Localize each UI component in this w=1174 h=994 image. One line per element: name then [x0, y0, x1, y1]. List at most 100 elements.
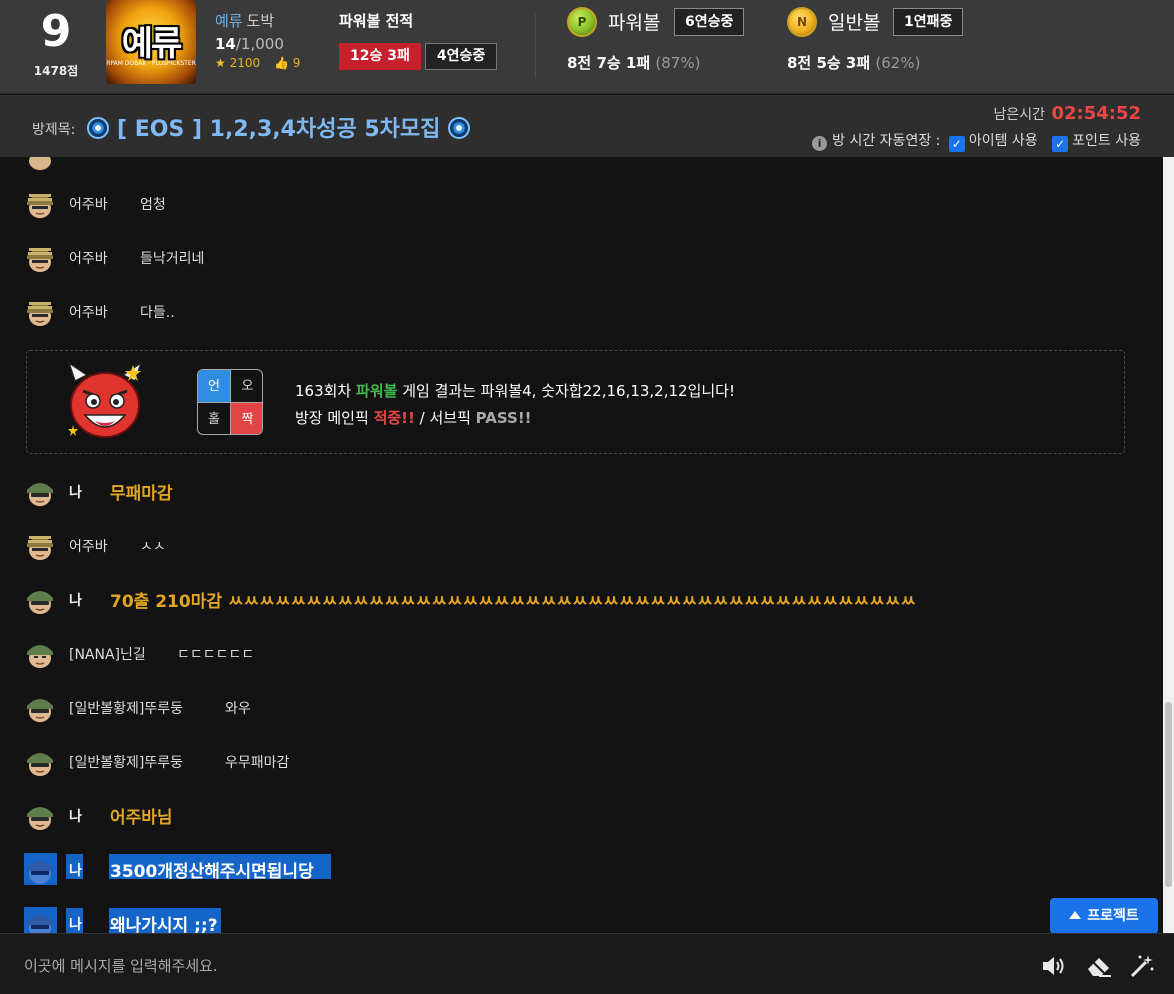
message-nickname[interactable]: [일반볼황제]뚜루둥 — [69, 698, 183, 718]
message-nickname[interactable]: 나 — [69, 860, 82, 880]
point-use-checkbox[interactable]: ✓ — [1052, 136, 1069, 152]
soldier-avatar-icon — [27, 194, 53, 218]
arrow-up-icon — [1069, 911, 1082, 919]
scrollbar-thumb[interactable] — [1165, 702, 1172, 887]
game-result-card: 언 오 홀 짝 163회차 파워볼 게임 결과는 파워볼4, 숫자합22,16,… — [26, 350, 1125, 454]
message-nickname[interactable]: 나 — [69, 482, 82, 502]
message-input[interactable] — [24, 955, 1004, 977]
message-text: 다들.. — [140, 305, 175, 321]
record-tags: 12승 3패 4연승중 — [339, 43, 498, 70]
powerball-streak-badge: 6연승중 — [674, 8, 745, 36]
message-nickname[interactable]: 어주바 — [69, 248, 108, 268]
info-icon[interactable]: i — [812, 136, 828, 151]
normalball-name: 일반볼 — [828, 12, 881, 34]
result-summary: 163회차 파워볼 게임 결과는 파워볼4, 숫자합22,16,13,2,12입… — [295, 380, 735, 401]
normalball-stats-line: 8전 5승 3패 (62%) — [787, 52, 920, 73]
main-pick-label: 방장 메인픽 — [295, 409, 369, 427]
item-use-checkbox[interactable]: ✓ — [948, 136, 965, 152]
user-name-suffix: 도박 — [246, 12, 275, 30]
soldier-avatar-icon — [27, 536, 53, 560]
message-input-bar — [0, 933, 1174, 994]
profile-logo[interactable]: 예류 RPAM DOBAK · PLUSPICKSTER — [106, 0, 196, 84]
item-use-label[interactable]: 아이템 사용 — [969, 133, 1038, 149]
chat-scrollbar[interactable] — [1163, 157, 1174, 933]
room-header: 방제목: [ EOS ] 1,2,3,4차성공 5차모집 남은시간 02:54:… — [0, 95, 1174, 157]
level-number: 9 — [40, 6, 72, 57]
result-round: 163회차 — [295, 382, 352, 400]
result-detail: 게임 결과는 파워볼4, 숫자합22,16,13,2,12입니다! — [402, 382, 735, 400]
room-title-wrap: [ EOS ] 1,2,3,4차성공 5차모집 — [87, 111, 471, 143]
normalball-streak-badge: 1연패중 — [893, 8, 964, 36]
soldier-avatar-icon — [27, 248, 53, 272]
powerball-pct: (87%) — [655, 54, 701, 72]
project-button[interactable]: 프로젝트 — [1050, 898, 1158, 934]
message-nickname[interactable]: 어주바 — [69, 302, 108, 322]
user-info: 예류 도박 14/1,000 ★ 2100 👍 9 — [215, 10, 300, 70]
auto-extend-label: 방 시간 자동연장 : — [832, 133, 941, 149]
timer-label: 남은시간 — [993, 107, 1045, 123]
room-title-label: 방제목: — [32, 122, 76, 138]
speaker-icon[interactable] — [1040, 952, 1068, 980]
exp-max: /1,000 — [235, 35, 284, 53]
spinner-icon — [448, 117, 471, 139]
user-name[interactable]: 예류 — [215, 12, 243, 30]
soldier-avatar-icon — [27, 483, 53, 506]
chat-room-app: 9 1478점 예류 RPAM DOBAK · PLUSPICKSTER 예류 도… — [0, 0, 1174, 994]
normalball-icon: N — [787, 7, 817, 37]
message-text: 왜나가시지 ;;? — [110, 916, 218, 933]
message-text: ㄷㄷㄷㄷㄷㄷ — [177, 647, 255, 663]
user-exp: 14/1,000 — [215, 35, 300, 53]
message-text: 들낙거리네 — [140, 251, 205, 267]
point-use-label[interactable]: 포인트 사용 — [1072, 133, 1141, 149]
message-nickname[interactable]: 나 — [69, 914, 82, 933]
powerball-stats-line: 8전 7승 1패 (87%) — [567, 52, 700, 73]
soldier-avatar-icon — [27, 699, 53, 722]
star-count: 2100 — [229, 56, 261, 70]
stats-divider — [535, 14, 536, 78]
message-text: ㅅㅅ — [140, 539, 166, 555]
eraser-icon[interactable] — [1085, 952, 1113, 980]
level-box: 9 1478점 — [0, 0, 110, 94]
thumbs-up-icon: 👍 — [273, 56, 289, 70]
message-nickname[interactable]: [일반볼황제]뚜루둥 — [69, 752, 183, 772]
streak-badge: 4연승중 — [424, 43, 498, 70]
sub-pick-label: / 서브픽 — [419, 409, 471, 427]
chat-message-list[interactable]: 어주바 엄청 어주바 들낙거리네 어주바 다들.. 언 오 홀 짝 163회차 … — [0, 157, 1163, 933]
message-nickname[interactable]: 나 — [69, 590, 82, 610]
grid-cell-odd: 홀 — [198, 403, 231, 434]
message-nickname[interactable]: 어주바 — [69, 536, 108, 556]
message-nickname[interactable]: 어주바 — [69, 194, 108, 214]
room-title: [ EOS ] 1,2,3,4차성공 5차모집 — [117, 117, 441, 142]
remaining-time: 남은시간 02:54:52 — [993, 103, 1141, 124]
powerball-icon: P — [567, 7, 597, 37]
record-title: 파워볼 전적 — [339, 12, 414, 30]
soldier-avatar-icon — [27, 807, 53, 830]
message-nickname[interactable]: 나 — [69, 806, 82, 826]
room-options: i방 시간 자동연장 : ✓ 아이템 사용 ✓ 포인트 사용 — [812, 130, 1141, 152]
logo-text: 예류 — [121, 24, 183, 64]
exp-current: 14 — [215, 35, 236, 53]
message-text: 우무패마감 — [225, 755, 290, 771]
magic-wand-icon[interactable] — [1128, 952, 1156, 980]
devil-mascot-icon — [67, 361, 143, 438]
like-count: 9 — [292, 56, 301, 70]
project-button-label: 프로젝트 — [1087, 908, 1139, 924]
soldier-avatar-icon — [27, 753, 53, 776]
message-nickname[interactable]: [NANA]닌길 — [69, 644, 146, 664]
powerball-record-text: 8전 7승 1패 — [567, 54, 651, 72]
main-pick-hit: 적중!! — [373, 409, 415, 427]
soldier-avatar-icon — [27, 591, 53, 614]
grid-cell-over: 오 — [231, 370, 262, 403]
profile-stats-bar: 9 1478점 예류 RPAM DOBAK · PLUSPICKSTER 예류 도… — [0, 0, 1174, 94]
soldier-avatar-icon — [29, 157, 51, 170]
message-text: 70출 210마감 ㅆㅆㅆㅆㅆㅆㅆㅆㅆㅆㅆㅆㅆㅆㅆㅆㅆㅆㅆㅆㅆㅆㅆㅆㅆㅆㅆㅆㅆㅆ… — [110, 592, 917, 612]
soldier-avatar-icon — [27, 302, 53, 326]
odd-even-grid: 언 오 홀 짝 — [197, 369, 263, 435]
soldier-avatar-icon — [27, 645, 53, 668]
logo-subtext: RPAM DOBAK · PLUSPICKSTER — [106, 60, 196, 67]
normalball-record-text: 8전 5승 3패 — [787, 54, 871, 72]
spinner-icon — [87, 117, 109, 139]
star-icon: ★ — [215, 56, 226, 70]
soldier-avatar-icon — [27, 861, 53, 884]
timer-value: 02:54:52 — [1051, 103, 1141, 124]
